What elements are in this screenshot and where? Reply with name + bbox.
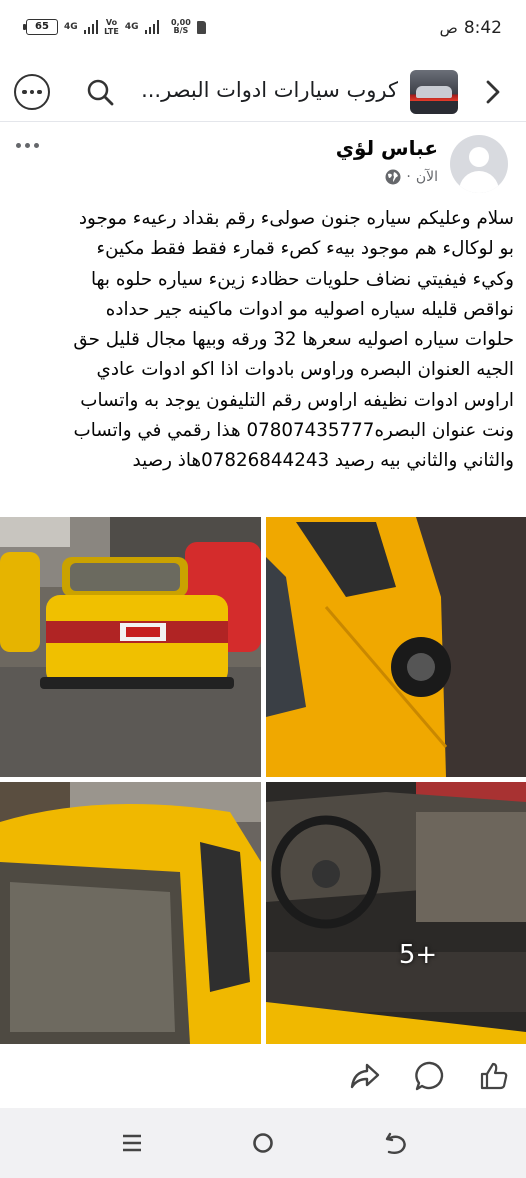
comment-icon[interactable] <box>414 1060 446 1092</box>
search-icon[interactable] <box>86 78 114 106</box>
system-nav-bar <box>0 1108 526 1178</box>
post-line: الجيه العنوان البصره وراوس بادوات اذا اك… <box>96 359 514 381</box>
signal-icon-2 <box>144 20 160 34</box>
globe-icon <box>385 169 401 185</box>
more-options-icon[interactable] <box>14 74 50 110</box>
back-chevron-icon[interactable] <box>478 78 506 106</box>
network-type-label-2: 4G <box>124 21 139 32</box>
meta-separator: · <box>406 169 411 185</box>
post-line: بو لوكالء هم موجود بيهء كصء قمارء فقط فق… <box>96 238 514 260</box>
author-name[interactable]: عباس لؤي <box>336 136 438 160</box>
network-speed: 0,00 B/S <box>171 18 191 35</box>
group-avatar[interactable] <box>410 70 458 114</box>
photo-grid: 5+ <box>0 517 526 1044</box>
sim-card-icon <box>196 20 206 34</box>
post-line: حلوات سياره اصوليه سعرها 32 ورقه وبيها م… <box>73 329 514 351</box>
photo-taxi-roof[interactable] <box>0 782 261 1044</box>
post-line: نواقص قليله سياره اصوليه مو ادوات ماكينه… <box>105 298 514 320</box>
home-icon[interactable] <box>248 1128 278 1158</box>
post-body: سلام وعليكم سياره جنون صولىء رقم بقداد ر… <box>12 204 514 477</box>
post-timestamp[interactable]: الآن <box>416 169 438 185</box>
post-line: وكيء فيفيتي نضاف حلويات حظادء زينء سياره… <box>90 268 514 290</box>
signal-icon <box>83 20 99 34</box>
photo-taxi-side[interactable] <box>266 517 526 777</box>
volte-indicator: Vo LTE <box>104 18 119 36</box>
like-icon[interactable] <box>478 1060 510 1092</box>
status-indicators: 65 4G Vo LTE 4G 0,00 B/S <box>23 18 206 36</box>
photo-taxi-rear[interactable] <box>0 517 261 777</box>
post-meta: الآن · <box>385 169 438 185</box>
post-actions <box>0 1050 526 1104</box>
battery-icon: 65 <box>23 19 58 35</box>
clock: ص 8:42 <box>440 18 502 38</box>
network-type-label: 4G <box>64 21 78 32</box>
post-line: ونت عنوان البصره07807435777 هذا رقمي في … <box>73 420 515 442</box>
post-line: سلام وعليكم سياره جنون صولىء رقم بقداد ر… <box>78 208 514 229</box>
post-line: والثاني والثاني بيه رصيد 07826844243هاذ … <box>132 450 515 472</box>
more-photos-count[interactable]: 5+ <box>386 923 450 987</box>
post-more-icon[interactable] <box>16 143 39 148</box>
clock-ampm: ص <box>439 19 458 37</box>
group-header: كروب سيارات ادوات البصر... <box>0 62 526 122</box>
share-icon[interactable] <box>349 1060 381 1092</box>
photo-taxi-interior[interactable] <box>266 782 526 1044</box>
status-bar: 65 4G Vo LTE 4G 0,00 B/S ص 8:42 <box>0 0 526 58</box>
post-line: اراوس ادوات نظيفه اراوس رقم التليفون يوج… <box>80 389 514 411</box>
group-title[interactable]: كروب سيارات ادوات البصر... <box>128 78 398 102</box>
clock-time: 8:42 <box>463 18 502 38</box>
recents-icon[interactable] <box>117 1128 147 1158</box>
back-icon[interactable] <box>381 1128 411 1158</box>
avatar[interactable] <box>450 135 508 193</box>
